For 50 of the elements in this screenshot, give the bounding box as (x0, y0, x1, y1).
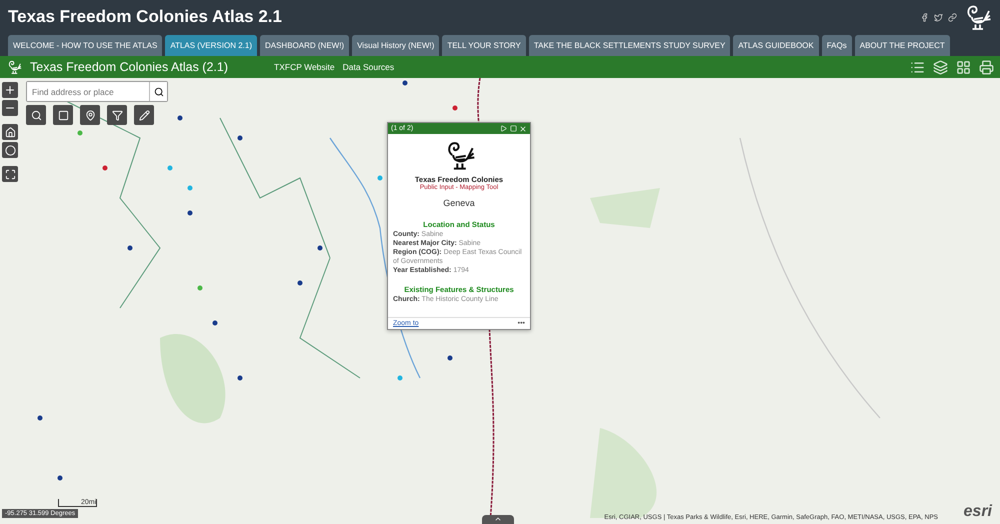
close-icon[interactable] (519, 124, 527, 132)
grid-icon[interactable] (956, 60, 971, 74)
legend-icon[interactable] (910, 60, 925, 74)
facebook-icon[interactable] (920, 12, 929, 22)
search-icon (30, 110, 42, 120)
nav-tab[interactable]: Visual History (NEW!) (352, 35, 440, 56)
site-title: Texas Freedom Colonies Atlas 2.1 (8, 7, 282, 27)
zoom-in-button[interactable] (2, 82, 18, 98)
bird-logo-icon (6, 59, 22, 75)
plus-icon (4, 84, 16, 96)
fullscreen-icon (4, 168, 16, 180)
home-button[interactable] (2, 124, 18, 140)
layers-icon[interactable] (933, 60, 948, 74)
pin-tool-button[interactable] (80, 105, 100, 125)
pin-icon (84, 110, 96, 120)
pencil-tool-button[interactable] (134, 105, 154, 125)
home-icon (4, 126, 16, 138)
app-title: Texas Freedom Colonies Atlas (2.1) (30, 60, 228, 74)
nav-tab[interactable]: DASHBOARD (NEW!) (260, 35, 350, 56)
nav-tab[interactable]: ABOUT THE PROJECT (854, 35, 950, 56)
locate-button[interactable] (2, 142, 18, 158)
header-link[interactable]: Data Sources (342, 62, 394, 72)
zoom-out-button[interactable] (2, 100, 18, 116)
search-button[interactable] (149, 82, 167, 101)
maximize-icon[interactable] (510, 125, 517, 132)
panel-handle[interactable] (482, 515, 514, 524)
search-icon (154, 86, 164, 96)
map-logo: esri (964, 503, 992, 521)
twitter-icon[interactable] (934, 12, 943, 22)
nav-tab[interactable]: FAQs (822, 35, 852, 56)
screen-tool-button[interactable] (53, 105, 73, 125)
fullscreen-button[interactable] (2, 166, 18, 182)
nav-tab[interactable]: WELCOME - HOW TO USE THE ATLAS (8, 35, 162, 56)
link-icon[interactable] (948, 12, 957, 22)
nav-tab[interactable]: ATLAS GUIDEBOOK (733, 35, 819, 56)
nav-tab[interactable]: TAKE THE BLACK SETTLEMENTS STUDY SURVEY (528, 35, 730, 56)
filter-icon (112, 110, 122, 120)
caret-icon (494, 515, 502, 523)
search-field[interactable]: Find address or place (26, 81, 168, 102)
print-icon[interactable] (979, 60, 994, 74)
nav-tab[interactable]: ATLAS (VERSION 2.1) (165, 35, 257, 56)
search-tool-button[interactable] (26, 105, 46, 125)
pencil-icon (138, 110, 150, 120)
nav-tab[interactable]: TELL YOUR STORY (442, 35, 526, 56)
circle-icon (4, 144, 16, 156)
filter-tool-button[interactable] (107, 105, 127, 125)
header-link[interactable]: TXFCP Website (274, 62, 335, 72)
next-icon[interactable] (500, 125, 507, 132)
screen-icon (58, 110, 68, 120)
place-name: Geneva (443, 198, 475, 208)
